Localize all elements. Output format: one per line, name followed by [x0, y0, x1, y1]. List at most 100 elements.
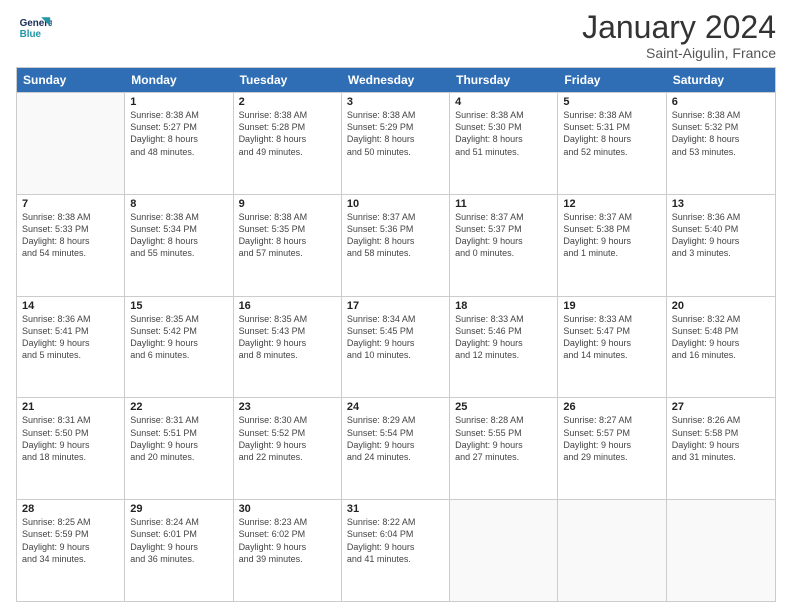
day-number: 29 — [130, 503, 227, 515]
calendar-cell: 7Sunrise: 8:38 AMSunset: 5:33 PMDaylight… — [17, 195, 125, 296]
day-number: 15 — [130, 300, 227, 312]
cell-info: Sunrise: 8:24 AM — [130, 516, 227, 528]
daylight-line1: Daylight: 9 hours — [347, 541, 444, 553]
daylight-line2: and 52 minutes. — [563, 146, 660, 158]
calendar-cell: 30Sunrise: 8:23 AMSunset: 6:02 PMDayligh… — [234, 500, 342, 601]
daylight-line2: and 57 minutes. — [239, 247, 336, 259]
calendar-row-2: 14Sunrise: 8:36 AMSunset: 5:41 PMDayligh… — [17, 296, 775, 398]
cell-info: Sunset: 5:55 PM — [455, 427, 552, 439]
day-number: 31 — [347, 503, 444, 515]
calendar-cell: 22Sunrise: 8:31 AMSunset: 5:51 PMDayligh… — [125, 398, 233, 499]
calendar-cell: 3Sunrise: 8:38 AMSunset: 5:29 PMDaylight… — [342, 93, 450, 194]
daylight-line1: Daylight: 9 hours — [672, 235, 770, 247]
daylight-line1: Daylight: 9 hours — [563, 235, 660, 247]
daylight-line2: and 0 minutes. — [455, 247, 552, 259]
day-number: 1 — [130, 96, 227, 108]
header-day-wednesday: Wednesday — [342, 68, 450, 92]
cell-info: Sunrise: 8:38 AM — [130, 109, 227, 121]
calendar-cell: 20Sunrise: 8:32 AMSunset: 5:48 PMDayligh… — [667, 297, 775, 398]
daylight-line2: and 55 minutes. — [130, 247, 227, 259]
calendar-cell: 16Sunrise: 8:35 AMSunset: 5:43 PMDayligh… — [234, 297, 342, 398]
cell-info: Sunrise: 8:38 AM — [563, 109, 660, 121]
daylight-line1: Daylight: 9 hours — [563, 439, 660, 451]
day-number: 19 — [563, 300, 660, 312]
cell-info: Sunset: 5:40 PM — [672, 223, 770, 235]
daylight-line2: and 10 minutes. — [347, 349, 444, 361]
cell-info: Sunset: 6:04 PM — [347, 528, 444, 540]
daylight-line1: Daylight: 8 hours — [239, 133, 336, 145]
cell-info: Sunrise: 8:33 AM — [563, 313, 660, 325]
cell-info: Sunrise: 8:25 AM — [22, 516, 119, 528]
daylight-line1: Daylight: 9 hours — [239, 337, 336, 349]
calendar: SundayMondayTuesdayWednesdayThursdayFrid… — [16, 67, 776, 602]
day-number: 22 — [130, 401, 227, 413]
daylight-line1: Daylight: 9 hours — [22, 541, 119, 553]
cell-info: Sunrise: 8:22 AM — [347, 516, 444, 528]
daylight-line1: Daylight: 9 hours — [130, 541, 227, 553]
header: General Blue January 2024 Saint-Aigulin,… — [16, 10, 776, 61]
daylight-line2: and 34 minutes. — [22, 553, 119, 565]
day-number: 18 — [455, 300, 552, 312]
cell-info: Sunset: 5:32 PM — [672, 121, 770, 133]
cell-info: Sunset: 5:34 PM — [130, 223, 227, 235]
calendar-cell: 2Sunrise: 8:38 AMSunset: 5:28 PMDaylight… — [234, 93, 342, 194]
calendar-row-3: 21Sunrise: 8:31 AMSunset: 5:50 PMDayligh… — [17, 397, 775, 499]
cell-info: Sunrise: 8:32 AM — [672, 313, 770, 325]
daylight-line1: Daylight: 8 hours — [130, 133, 227, 145]
calendar-cell — [450, 500, 558, 601]
day-number: 7 — [22, 198, 119, 210]
day-number: 25 — [455, 401, 552, 413]
cell-info: Sunrise: 8:34 AM — [347, 313, 444, 325]
cell-info: Sunset: 5:31 PM — [563, 121, 660, 133]
cell-info: Sunset: 5:35 PM — [239, 223, 336, 235]
day-number: 11 — [455, 198, 552, 210]
calendar-cell: 28Sunrise: 8:25 AMSunset: 5:59 PMDayligh… — [17, 500, 125, 601]
logo-icon: General Blue — [16, 10, 52, 46]
cell-info: Sunrise: 8:37 AM — [563, 211, 660, 223]
cell-info: Sunrise: 8:38 AM — [239, 211, 336, 223]
cell-info: Sunrise: 8:37 AM — [455, 211, 552, 223]
cell-info: Sunset: 5:51 PM — [130, 427, 227, 439]
cell-info: Sunrise: 8:27 AM — [563, 414, 660, 426]
cell-info: Sunrise: 8:38 AM — [455, 109, 552, 121]
cell-info: Sunrise: 8:36 AM — [672, 211, 770, 223]
cell-info: Sunrise: 8:38 AM — [130, 211, 227, 223]
calendar-header: SundayMondayTuesdayWednesdayThursdayFrid… — [17, 68, 775, 92]
header-day-tuesday: Tuesday — [234, 68, 342, 92]
day-number: 14 — [22, 300, 119, 312]
calendar-cell: 24Sunrise: 8:29 AMSunset: 5:54 PMDayligh… — [342, 398, 450, 499]
daylight-line2: and 6 minutes. — [130, 349, 227, 361]
daylight-line2: and 20 minutes. — [130, 451, 227, 463]
day-number: 24 — [347, 401, 444, 413]
daylight-line1: Daylight: 8 hours — [239, 235, 336, 247]
calendar-cell: 12Sunrise: 8:37 AMSunset: 5:38 PMDayligh… — [558, 195, 666, 296]
daylight-line2: and 54 minutes. — [22, 247, 119, 259]
calendar-cell: 10Sunrise: 8:37 AMSunset: 5:36 PMDayligh… — [342, 195, 450, 296]
calendar-cell: 6Sunrise: 8:38 AMSunset: 5:32 PMDaylight… — [667, 93, 775, 194]
daylight-line2: and 5 minutes. — [22, 349, 119, 361]
daylight-line1: Daylight: 9 hours — [455, 235, 552, 247]
cell-info: Sunset: 5:58 PM — [672, 427, 770, 439]
day-number: 17 — [347, 300, 444, 312]
cell-info: Sunrise: 8:29 AM — [347, 414, 444, 426]
calendar-cell: 18Sunrise: 8:33 AMSunset: 5:46 PMDayligh… — [450, 297, 558, 398]
daylight-line2: and 1 minute. — [563, 247, 660, 259]
cell-info: Sunrise: 8:26 AM — [672, 414, 770, 426]
daylight-line2: and 51 minutes. — [455, 146, 552, 158]
cell-info: Sunset: 5:42 PM — [130, 325, 227, 337]
cell-info: Sunrise: 8:33 AM — [455, 313, 552, 325]
header-day-thursday: Thursday — [450, 68, 558, 92]
cell-info: Sunrise: 8:31 AM — [22, 414, 119, 426]
cell-info: Sunset: 6:02 PM — [239, 528, 336, 540]
day-number: 20 — [672, 300, 770, 312]
daylight-line2: and 58 minutes. — [347, 247, 444, 259]
location: Saint-Aigulin, France — [582, 45, 776, 61]
calendar-cell: 19Sunrise: 8:33 AMSunset: 5:47 PMDayligh… — [558, 297, 666, 398]
daylight-line2: and 16 minutes. — [672, 349, 770, 361]
cell-info: Sunset: 5:36 PM — [347, 223, 444, 235]
cell-info: Sunset: 5:46 PM — [455, 325, 552, 337]
calendar-cell: 23Sunrise: 8:30 AMSunset: 5:52 PMDayligh… — [234, 398, 342, 499]
day-number: 21 — [22, 401, 119, 413]
daylight-line1: Daylight: 9 hours — [347, 439, 444, 451]
calendar-cell: 1Sunrise: 8:38 AMSunset: 5:27 PMDaylight… — [125, 93, 233, 194]
